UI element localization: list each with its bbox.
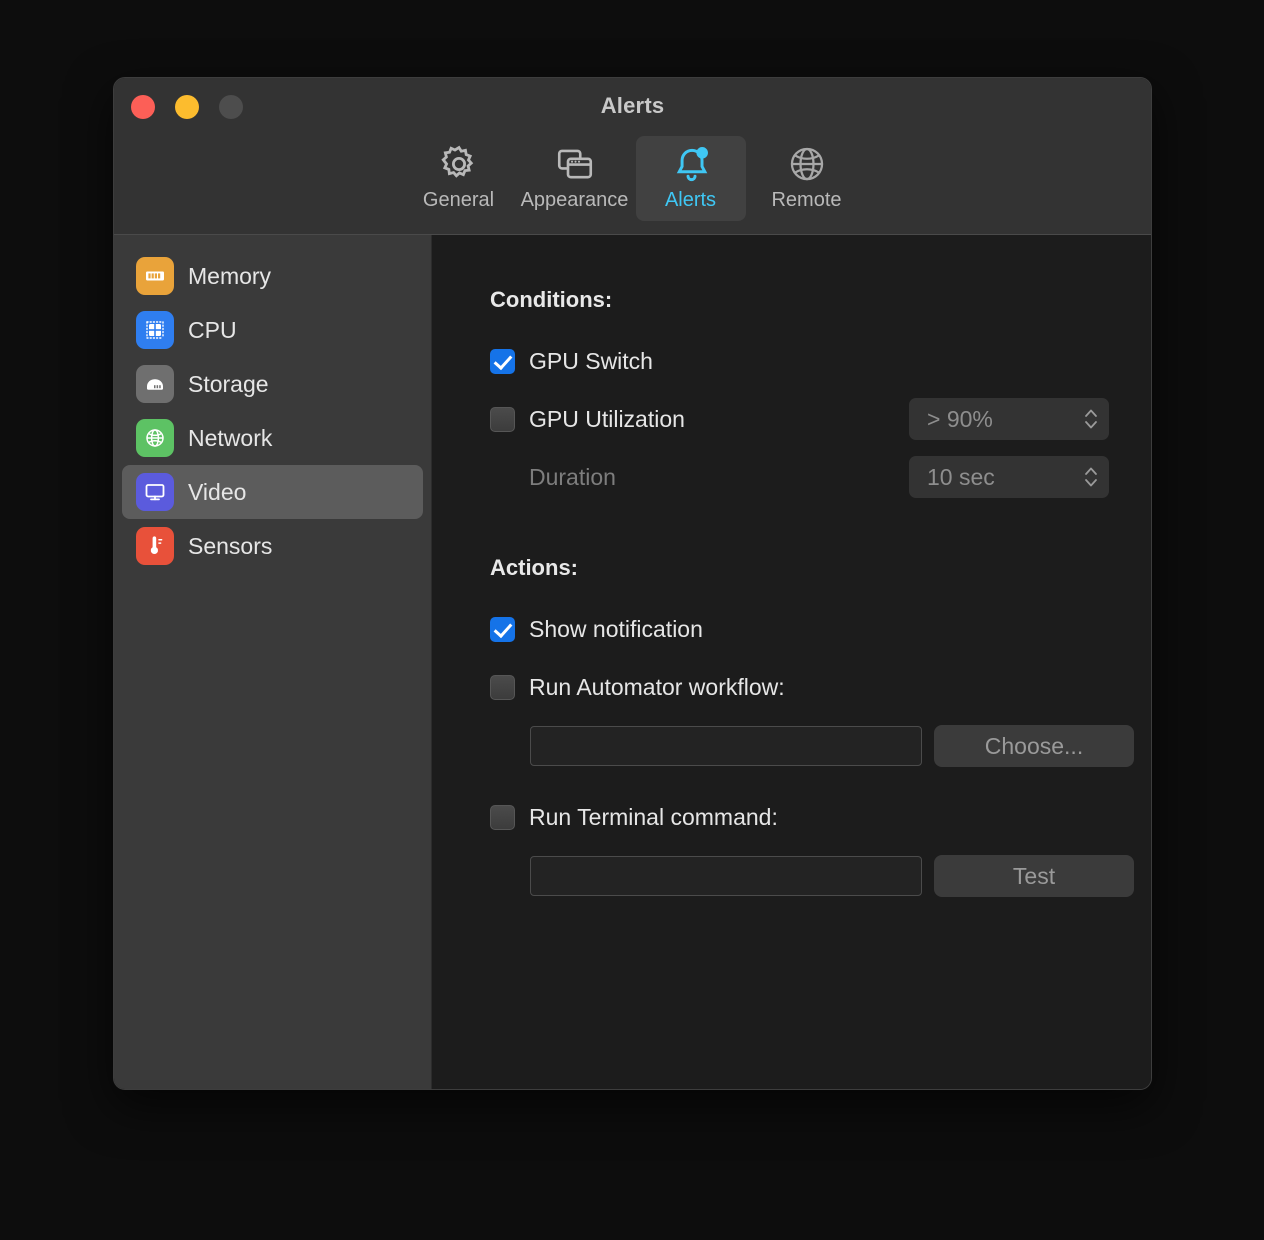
tab-remote-label: Remote xyxy=(771,189,842,211)
test-button[interactable]: Test xyxy=(934,855,1134,897)
show-notification-row: Show notification xyxy=(490,609,1151,649)
cpu-icon xyxy=(136,311,174,349)
actions-heading: Actions: xyxy=(490,555,578,580)
automator-field-row: Choose... xyxy=(530,725,1151,767)
sidebar-item-video-label: Video xyxy=(188,478,247,505)
sidebar-item-network-label: Network xyxy=(188,424,273,451)
terminal-checkbox[interactable] xyxy=(490,804,515,830)
tab-general[interactable]: General xyxy=(404,136,514,221)
duration-stepper[interactable]: 10 sec xyxy=(909,456,1109,498)
sidebar: Memory CPU Storage Network Video Sensors xyxy=(114,235,432,1089)
window-titlebar: Alerts General Appearance Alerts Remote xyxy=(114,78,1151,235)
window-title: Alerts xyxy=(600,93,665,118)
memory-icon xyxy=(136,257,174,295)
sidebar-item-cpu-label: CPU xyxy=(188,316,237,343)
tab-remote[interactable]: Remote xyxy=(752,136,862,221)
display-icon xyxy=(136,473,174,511)
tab-alerts[interactable]: Alerts xyxy=(635,136,746,221)
gear-icon xyxy=(438,143,480,185)
chevron-updown-icon[interactable] xyxy=(1083,464,1099,490)
thermometer-icon xyxy=(136,527,174,565)
terminal-field-row: Test xyxy=(530,855,1151,897)
sidebar-item-memory-label: Memory xyxy=(188,262,272,289)
sidebar-item-storage[interactable]: Storage xyxy=(122,357,423,411)
network-icon xyxy=(136,419,174,457)
window-body: Memory CPU Storage Network Video Sensors… xyxy=(114,235,1151,1089)
duration-row: Duration 10 sec xyxy=(490,456,1151,498)
tab-general-label: General xyxy=(422,189,495,211)
tab-appearance-label: Appearance xyxy=(520,189,629,211)
tab-alerts-label: Alerts xyxy=(664,189,717,211)
terminal-command-input[interactable] xyxy=(530,856,922,896)
storage-icon xyxy=(136,365,174,403)
globe-icon xyxy=(786,143,828,185)
alerts-settings-pane: Conditions: GPU Switch GPU Utilization >… xyxy=(432,235,1151,1089)
gpu-switch-label: GPU Switch xyxy=(529,347,653,374)
automator-row: Run Automator workflow: xyxy=(490,667,1151,707)
gpu-threshold-value: > 90% xyxy=(927,405,993,432)
sidebar-item-sensors[interactable]: Sensors xyxy=(122,519,423,573)
choose-button[interactable]: Choose... xyxy=(934,725,1134,767)
sidebar-item-storage-label: Storage xyxy=(188,370,269,397)
section-divider-space xyxy=(490,515,1151,555)
automator-checkbox[interactable] xyxy=(490,674,515,700)
automator-label: Run Automator workflow: xyxy=(529,673,785,700)
gpu-switch-row: GPU Switch xyxy=(490,341,1151,381)
preferences-window: Alerts General Appearance Alerts Remote … xyxy=(113,77,1152,1090)
sidebar-item-cpu[interactable]: CPU xyxy=(122,303,423,357)
gpu-utilization-checkbox[interactable] xyxy=(490,406,515,432)
terminal-label: Run Terminal command: xyxy=(529,803,778,830)
gpu-switch-checkbox[interactable] xyxy=(490,348,515,374)
gpu-utilization-label: GPU Utilization xyxy=(529,405,685,432)
sidebar-item-sensors-label: Sensors xyxy=(188,532,273,559)
duration-value: 10 sec xyxy=(927,463,995,490)
bell-icon xyxy=(670,143,712,185)
tab-appearance[interactable]: Appearance xyxy=(520,136,630,221)
sidebar-item-video[interactable]: Video xyxy=(122,465,423,519)
sidebar-item-memory[interactable]: Memory xyxy=(122,249,423,303)
show-notification-checkbox[interactable] xyxy=(490,616,515,642)
conditions-heading: Conditions: xyxy=(490,287,613,312)
duration-label: Duration xyxy=(529,463,616,490)
automator-path-input[interactable] xyxy=(530,726,922,766)
chevron-updown-icon[interactable] xyxy=(1083,406,1099,432)
gpu-utilization-row: GPU Utilization > 90% xyxy=(490,398,1151,440)
gpu-threshold-stepper[interactable]: > 90% xyxy=(909,398,1109,440)
terminal-row: Run Terminal command: xyxy=(490,797,1151,837)
sidebar-item-network[interactable]: Network xyxy=(122,411,423,465)
windows-icon xyxy=(554,143,596,185)
preferences-toolbar: General Appearance Alerts Remote xyxy=(114,136,1151,221)
show-notification-label: Show notification xyxy=(529,615,703,642)
